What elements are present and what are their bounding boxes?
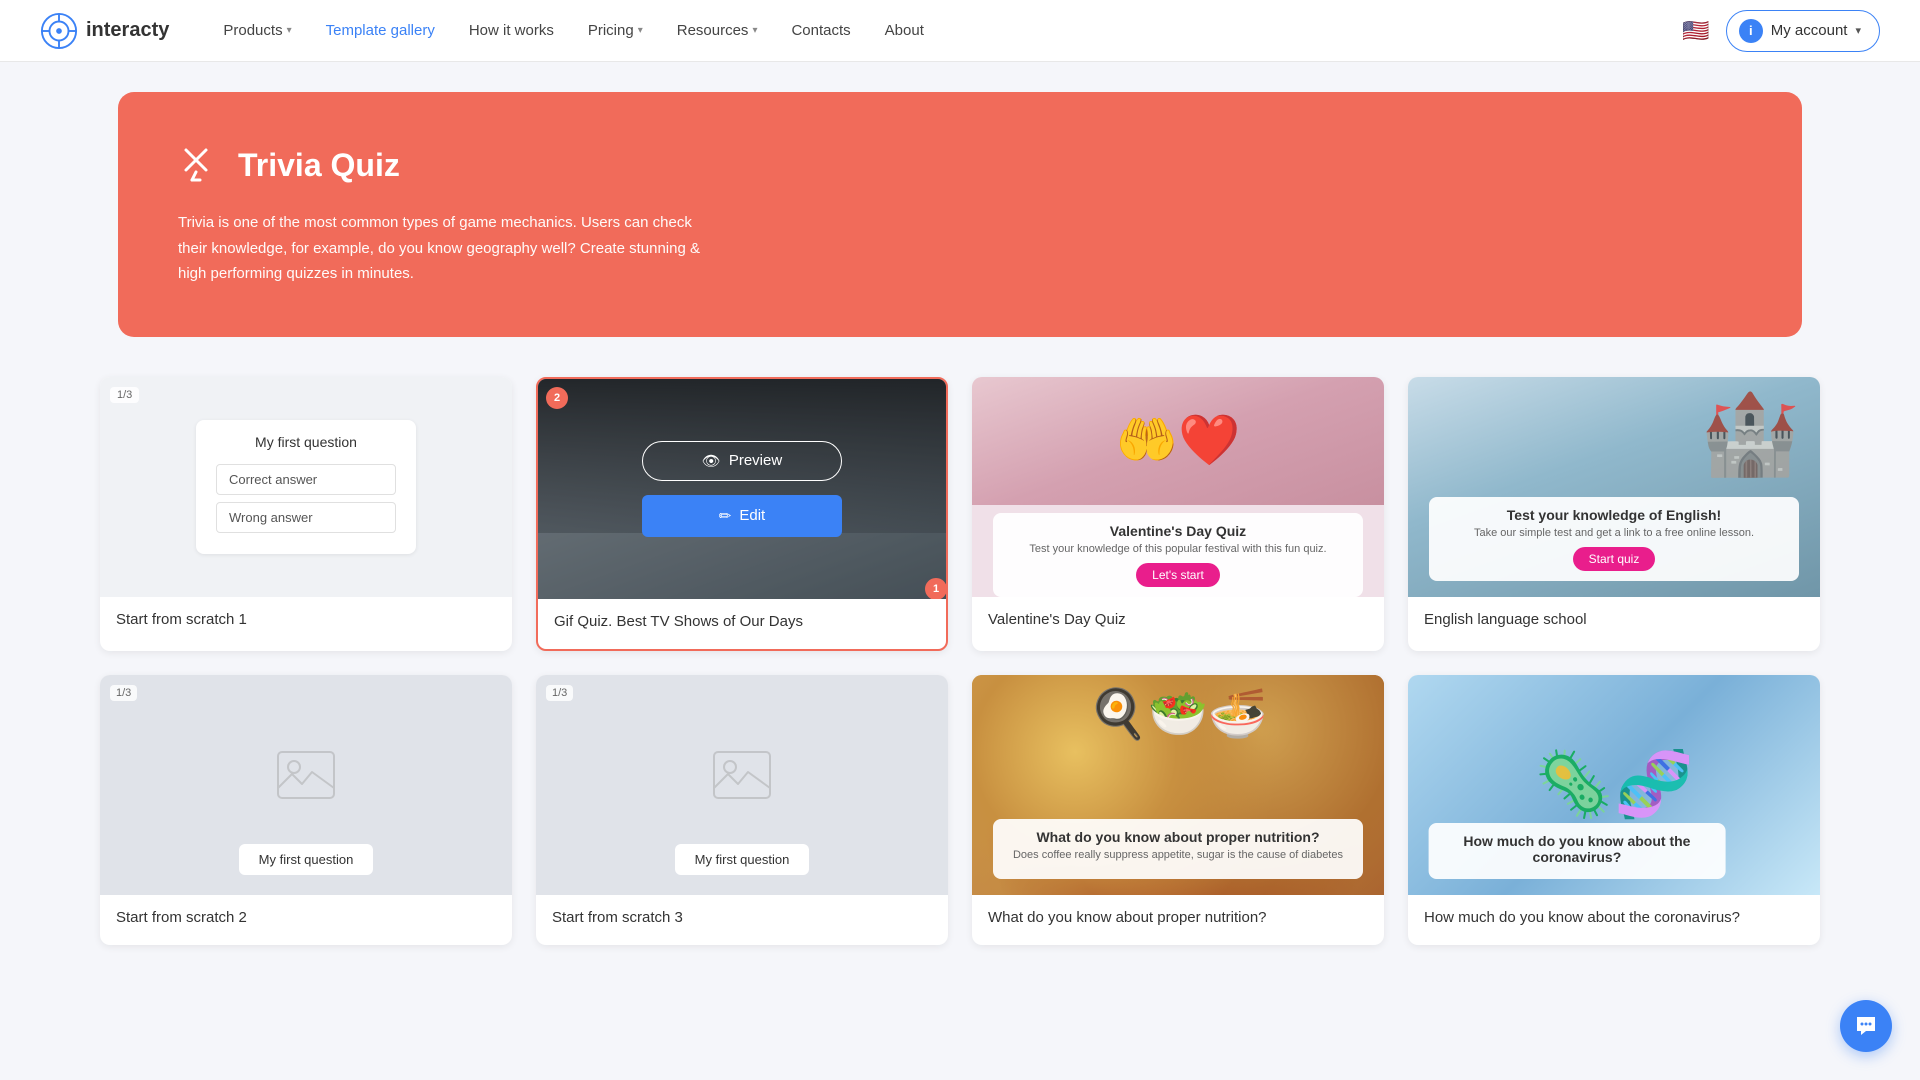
hero-top: Trivia Quiz [178, 142, 1742, 188]
pricing-caret: ▾ [638, 25, 643, 36]
english-preview: 🏰 Test your knowledge of English! Take o… [1408, 377, 1820, 597]
placeholder-image-icon [276, 750, 336, 800]
valentines-body: Valentine's Day Quiz [972, 597, 1384, 647]
gif-tv-body: Gif Quiz. Best TV Shows of Our Days [538, 599, 946, 649]
gif-top-badge: 2 [546, 387, 568, 409]
nav-about[interactable]: About [871, 14, 938, 47]
template-card-scratch3[interactable]: 1/3 My first question Start from scratch… [536, 675, 948, 945]
scratch1-answer1: Correct answer [216, 464, 396, 495]
gif-edit-button[interactable]: ✏ Edit [642, 495, 842, 537]
scratch1-label: Start from scratch 1 [116, 611, 247, 628]
scratch3-preview: 1/3 My first question [536, 675, 948, 895]
gif-tv-preview: 2 👁 Preview ✏ Edit 1 [538, 379, 946, 599]
navbar: interacty Products ▾ Template gallery Ho… [0, 0, 1920, 62]
gif-corner-badge: 1 [925, 578, 946, 599]
english-label: English language school [1424, 611, 1587, 628]
hero-title: Trivia Quiz [238, 147, 400, 184]
corona-content: How much do you know about the coronavir… [1429, 823, 1726, 879]
english-card-title: Test your knowledge of English! [1445, 507, 1784, 523]
template-card-food[interactable]: 🍳🥗🍜 What do you know about proper nutrit… [972, 675, 1384, 945]
scratch3-question: My first question [675, 844, 810, 875]
scratch3-badge: 1/3 [546, 685, 573, 701]
english-start-button[interactable]: Start quiz [1573, 547, 1656, 571]
nav-links: Products ▾ Template gallery How it works… [209, 14, 1682, 47]
english-body: English language school [1408, 597, 1820, 647]
template-card-english[interactable]: 🏰 Test your knowledge of English! Take o… [1408, 377, 1820, 651]
gif-hover-overlay: 👁 Preview ✏ Edit [538, 379, 946, 599]
scratch2-body: Start from scratch 2 [100, 895, 512, 945]
templates-grid-2: 1/3 My first question Start from scratch… [100, 675, 1820, 945]
nav-products[interactable]: Products ▾ [209, 14, 305, 47]
food-card-title: What do you know about proper nutrition? [1009, 829, 1348, 845]
gif-tv-label: Gif Quiz. Best TV Shows of Our Days [554, 613, 803, 630]
chat-icon [1853, 1013, 1879, 1039]
hero-description: Trivia is one of the most common types o… [178, 210, 718, 287]
food-label: What do you know about proper nutrition? [988, 909, 1267, 926]
valentines-card-title: Valentine's Day Quiz [1009, 523, 1348, 539]
templates-grid: 1/3 My first question Correct answer Wro… [100, 377, 1820, 651]
scratch1-body: Start from scratch 1 [100, 597, 512, 647]
corona-preview: 🦠🧬 How much do you know about the corona… [1408, 675, 1820, 895]
scratch1-answer2: Wrong answer [216, 502, 396, 533]
corona-label: How much do you know about the coronavir… [1424, 909, 1740, 926]
edit-icon: ✏ [719, 507, 732, 525]
valentines-preview: 🤲❤️ Valentine's Day Quiz Test your knowl… [972, 377, 1384, 597]
logo-text: interacty [86, 19, 169, 42]
scratch3-body: Start from scratch 3 [536, 895, 948, 945]
valentines-card-sub: Test your knowledge of this popular fest… [1009, 543, 1348, 555]
nav-contacts[interactable]: Contacts [777, 14, 864, 47]
english-content: Test your knowledge of English! Take our… [1429, 497, 1800, 581]
placeholder-image-icon-2 [712, 750, 772, 800]
hero-section: Trivia Quiz Trivia is one of the most co… [118, 92, 1802, 337]
scratch1-preview: 1/3 My first question Correct answer Wro… [100, 377, 512, 597]
scratch3-label: Start from scratch 3 [552, 909, 683, 926]
resources-caret: ▾ [752, 25, 757, 36]
nav-template-gallery[interactable]: Template gallery [312, 14, 449, 47]
account-caret: ▾ [1855, 24, 1861, 37]
account-info-icon: i [1739, 19, 1763, 43]
scratch2-question: My first question [239, 844, 374, 875]
trivia-icon [178, 142, 224, 188]
gif-preview-button[interactable]: 👁 Preview [642, 441, 842, 481]
scratch1-inner: My first question Correct answer Wrong a… [196, 420, 416, 554]
valentines-label: Valentine's Day Quiz [988, 611, 1126, 628]
corona-card-title: How much do you know about the coronavir… [1445, 833, 1710, 865]
nav-pricing[interactable]: Pricing ▾ [574, 14, 657, 47]
scratch2-badge: 1/3 [110, 685, 137, 701]
nav-how-it-works[interactable]: How it works [455, 14, 568, 47]
valentines-start-button[interactable]: Let's start [1136, 563, 1220, 587]
scratch2-preview: 1/3 My first question [100, 675, 512, 895]
template-card-scratch2[interactable]: 1/3 My first question Start from scratch… [100, 675, 512, 945]
nav-right: 🇺🇸 i My account ▾ [1682, 10, 1880, 52]
food-card-sub: Does coffee really suppress appetite, su… [1009, 849, 1348, 861]
corona-body: How much do you know about the coronavir… [1408, 895, 1820, 945]
template-card-scratch1[interactable]: 1/3 My first question Correct answer Wro… [100, 377, 512, 651]
template-card-gif-tv[interactable]: 2 👁 Preview ✏ Edit 1 Gif Quiz. Best TV S… [536, 377, 948, 651]
template-card-valentines[interactable]: 🤲❤️ Valentine's Day Quiz Test your knowl… [972, 377, 1384, 651]
food-body: What do you know about proper nutrition? [972, 895, 1384, 945]
nav-resources[interactable]: Resources ▾ [663, 14, 772, 47]
food-preview: 🍳🥗🍜 What do you know about proper nutrit… [972, 675, 1384, 895]
products-caret: ▾ [287, 25, 292, 36]
scratch2-label: Start from scratch 2 [116, 909, 247, 926]
template-card-corona[interactable]: 🦠🧬 How much do you know about the corona… [1408, 675, 1820, 945]
valentines-content: Valentine's Day Quiz Test your knowledge… [993, 513, 1364, 597]
logo[interactable]: interacty [40, 12, 169, 50]
scratch1-question: My first question [216, 434, 396, 450]
my-account-button[interactable]: i My account ▾ [1726, 10, 1880, 52]
scratch1-badge: 1/3 [110, 387, 139, 403]
english-card-sub: Take our simple test and get a link to a… [1445, 527, 1784, 539]
my-account-label: My account [1771, 22, 1848, 39]
templates-section: 1/3 My first question Correct answer Wro… [100, 377, 1820, 945]
food-content: What do you know about proper nutrition?… [993, 819, 1364, 879]
chat-bubble-button[interactable] [1840, 1000, 1892, 1052]
eye-icon: 👁 [702, 452, 721, 470]
flag-icon[interactable]: 🇺🇸 [1682, 18, 1709, 44]
